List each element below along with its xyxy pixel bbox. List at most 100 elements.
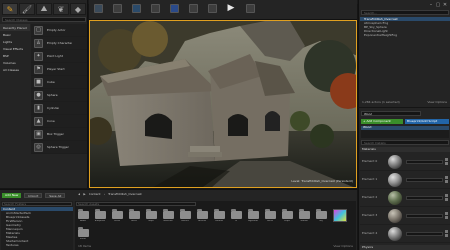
save-icon[interactable] [91,2,105,15]
folder-item[interactable]: Maps [145,209,157,222]
launch-icon[interactable] [243,2,257,15]
material-slot[interactable]: Element 2 [360,189,450,207]
build-icon[interactable] [205,2,219,15]
place-item[interactable]: ● Sphere [31,89,87,102]
details-name-field[interactable]: Wood [361,111,421,116]
section-materials[interactable]: Materials [360,147,450,152]
material-thumbnail[interactable] [388,172,402,187]
breadcrumb-item[interactable]: Content [89,193,101,196]
save-all-button[interactable]: Save All [45,193,66,198]
category-all-classes[interactable]: All Classes [0,66,30,73]
folder-item[interactable]: Particles [196,209,208,222]
material-slot[interactable]: Element 3 [360,207,450,225]
asset-search[interactable]: Search Assets [76,202,196,206]
component-root[interactable]: Wood [361,126,449,130]
settings-icon[interactable] [148,2,162,15]
place-item[interactable]: ♙ Empty Character [31,37,87,50]
material-thumbnail[interactable] [388,154,402,169]
folder-item[interactable]: Props [281,209,293,222]
folder-item[interactable]: UI [230,209,242,222]
place-item[interactable]: ▣ Box Trigger [31,128,87,141]
place-item[interactable]: ⚑ Player Start [31,63,87,76]
folder-item[interactable]: Textures [213,209,225,222]
content-view-options[interactable]: View Options [333,245,353,248]
place-item[interactable]: ▲ Cone [31,115,87,128]
outliner-row[interactable]: ExponentialHeightFog [360,33,450,37]
folder-icon [247,209,259,219]
play-icon[interactable]: ▶ [224,2,238,15]
outliner-search[interactable]: Search... [361,10,449,15]
outliner-search-input[interactable]: Search... [364,12,377,15]
folder-item[interactable]: Terrain [77,227,89,240]
place-item[interactable]: □ Empty Actor [31,24,87,37]
marketplace-icon[interactable] [129,2,143,15]
source-control-icon[interactable] [110,2,124,15]
details-search[interactable]: Search Details [361,140,449,145]
minimize-icon[interactable]: – [428,2,434,8]
category-bsp[interactable]: BSP [0,52,30,59]
folder-icon [94,209,106,219]
folder-item[interactable]: Vegetation [247,209,259,222]
material-picker[interactable] [406,213,443,218]
category-basic[interactable]: Basic [0,31,30,38]
section-physics[interactable]: Physics [360,245,450,250]
import-button[interactable]: Import [24,193,43,198]
breadcrumb-item[interactable]: Transfiddlish_Overcast [108,193,142,196]
folder-item[interactable]: Meshes [179,209,191,222]
texture-asset-thumbnail[interactable] [333,209,347,222]
empty-actor-icon: □ [34,25,43,35]
place-item[interactable]: ▮ Cylinder [31,102,87,115]
material-thumbnail[interactable] [388,190,402,205]
material-slot[interactable]: Element 1 [360,171,450,189]
folder-item[interactable]: Audio [77,209,89,222]
folder-item[interactable]: Blueprints [94,209,106,222]
foliage-mode-icon[interactable]: ❦ [53,3,69,15]
material-slot[interactable]: Element 4 [360,225,450,243]
folder-item[interactable]: Rocks [264,209,276,222]
material-thumbnail[interactable] [388,208,402,223]
nav-forward-icon[interactable]: ▶ [83,193,85,196]
paint-mode-icon[interactable]: 🖌 [19,3,35,15]
details-search-input[interactable]: Search Details [364,142,386,145]
material-picker[interactable] [406,159,443,164]
material-picker[interactable] [406,231,443,236]
add-component-button[interactable]: + Add Component [361,119,403,124]
close-icon[interactable]: ✕ [442,2,448,8]
place-mode-icon[interactable]: ✎ [2,3,18,15]
add-new-button[interactable]: Add New [2,193,22,198]
place-search[interactable]: Search Classes [2,17,86,22]
blueprint-script-button[interactable]: Blueprint/Add Script [405,119,449,124]
cylinder-icon: ▮ [34,103,43,113]
category-recently-placed[interactable]: Recently Placed [0,24,30,31]
folder-item[interactable]: Materials [162,209,174,222]
place-item[interactable]: ◎ Sphere Trigger [31,141,87,154]
place-item[interactable]: ✦ Point Light [31,50,87,63]
folder-search[interactable]: Search Folders [2,202,72,206]
cinematics-icon[interactable] [186,2,200,15]
material-picker[interactable] [406,195,443,200]
category-lights[interactable]: Lights [0,38,30,45]
place-item[interactable]: ■ Cube [31,76,87,89]
place-search-input[interactable]: Search Classes [5,19,28,22]
tree-item[interactable]: Textures [1,243,73,247]
component-tree: Wood [361,126,449,138]
level-viewport[interactable]: Level: Transfiddlish_Overcast (Persisten… [89,20,357,188]
geometry-mode-icon[interactable]: ◆ [70,3,86,15]
category-volumes[interactable]: Volumes [0,59,30,66]
folder-item[interactable]: Effects [128,209,140,222]
folder-item[interactable]: Sounds [298,209,310,222]
category-visual-effects[interactable]: Visual Effects [0,45,30,52]
folder-icon [77,227,89,237]
folder-item[interactable]: Sky [315,209,327,222]
maximize-icon[interactable]: ▢ [435,2,441,8]
outliner-list: Transfiddlish_Overcast AtmosphericFog BP… [360,17,450,37]
material-thumbnail[interactable] [388,226,402,241]
nav-back-icon[interactable]: ◀ [78,193,80,196]
folder-item[interactable]: Decals [111,209,123,222]
outliner-view-options[interactable]: View Options [427,101,447,104]
landscape-mode-icon[interactable]: ⛰ [36,3,52,15]
material-slot[interactable]: Element 0 [360,153,450,171]
blueprints-icon[interactable] [167,2,181,15]
material-picker[interactable] [406,177,443,182]
details-panel: Wood + Add Component Blueprint/Add Scrip… [358,108,450,250]
